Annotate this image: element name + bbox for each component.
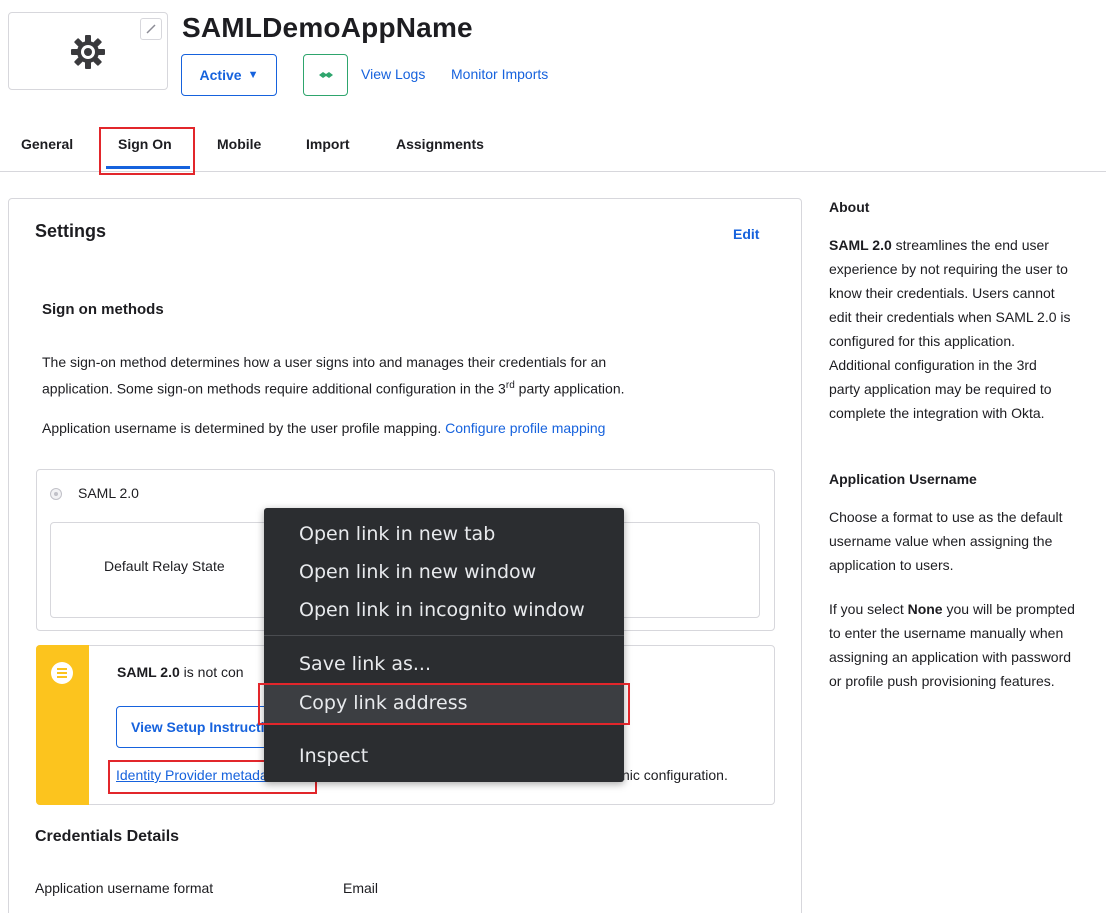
app-title: SAMLDemoAppName (182, 12, 473, 43)
status-dropdown[interactable]: Active ▼ (181, 54, 277, 96)
menu-inspect[interactable]: Inspect (299, 745, 368, 767)
handshake-icon (318, 72, 333, 78)
callout-message: SAML 2.0 is not con (117, 664, 244, 680)
menu-open-new-tab[interactable]: Open link in new tab (299, 523, 495, 545)
context-menu: Open link in new tab Open link in new wi… (264, 508, 624, 782)
settings-title: Settings (35, 221, 107, 241)
edit-button[interactable]: Edit (733, 226, 759, 242)
about-heading: About (829, 199, 870, 215)
application-username-text: Choose a format to use as the default us… (829, 509, 1063, 573)
sign-on-methods-heading: Sign on methods (42, 301, 164, 318)
app-logo-box (8, 12, 168, 90)
menu-separator (264, 635, 624, 636)
view-logs-link[interactable]: View Logs (361, 66, 425, 82)
copy-link-highlight (258, 683, 630, 725)
edit-logo-button[interactable] (140, 18, 162, 40)
gear-icon (71, 35, 105, 69)
list-icon (51, 662, 73, 684)
caret-down-icon: ▼ (247, 69, 259, 81)
about-text: SAML 2.0 streamlines the end user experi… (829, 237, 1071, 421)
application-username-heading: Application Username (829, 471, 977, 487)
status-label: Active (199, 67, 242, 83)
push-groups-button[interactable] (303, 54, 348, 96)
menu-open-new-window[interactable]: Open link in new window (299, 561, 536, 583)
sign-on-tab-highlight (99, 127, 195, 175)
configure-profile-mapping-link[interactable]: Configure profile mapping (445, 420, 605, 436)
menu-save-link-as[interactable]: Save link as... (299, 653, 431, 675)
sign-on-description-line1: The sign-on method determines how a user… (42, 354, 607, 370)
none-option-text: If you select None you will be prompted … (829, 601, 1075, 689)
username-mapping-text: Application username is determined by th… (42, 420, 606, 436)
saml-option-label: SAML 2.0 (78, 485, 139, 501)
callout-tail-text: nic configuration. (622, 767, 728, 783)
sign-on-description-line2: application. Some sign-on methods requir… (42, 380, 625, 397)
credentials-details-heading: Credentials Details (35, 828, 180, 845)
tab-assignments[interactable]: Assignments (396, 136, 484, 152)
pencil-icon (146, 24, 156, 34)
tab-general[interactable]: General (21, 136, 73, 152)
saml-radio[interactable] (50, 488, 62, 500)
username-format-label: Application username format (35, 880, 214, 896)
relay-state-label: Default Relay State (104, 558, 225, 574)
monitor-imports-link[interactable]: Monitor Imports (451, 66, 548, 82)
tab-import[interactable]: Import (306, 136, 350, 152)
tab-mobile[interactable]: Mobile (217, 136, 261, 152)
username-format-value: Email (343, 880, 379, 896)
menu-open-incognito[interactable]: Open link in incognito window (299, 599, 585, 621)
